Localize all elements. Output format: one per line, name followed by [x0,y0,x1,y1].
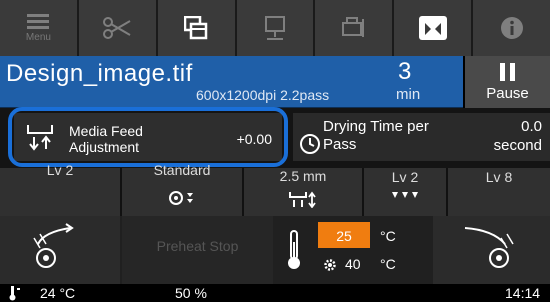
setting-cell-1[interactable]: Lv 2 [0,162,122,216]
current-temperature-unit: °C [380,228,396,244]
target-temperature-unit: °C [380,256,396,272]
setting-value-2: Standard [153,162,211,178]
preheat-stop-button[interactable]: Preheat Stop [122,216,273,284]
ambient-temperature: 24 °C [40,285,76,301]
top-toolbar: Menu [0,0,550,56]
current-temperature: 25 [336,228,352,244]
setting-cell-4[interactable]: Lv 2 [364,168,448,216]
menu-label: Menu [25,31,51,43]
pause-label: Pause [486,84,529,102]
gear-icon [324,259,336,271]
drying-time-button[interactable]: Drying Time per Pass 0.0 second [293,113,550,161]
media-feed-right-button[interactable] [433,216,550,284]
setting-cell-2[interactable]: Standard [122,162,244,216]
copy-icon [184,16,208,40]
info-icon [500,17,523,39]
status-bar: 24 °C 50 % 14:14 [0,284,550,302]
pause-icon [500,62,515,81]
pause-button[interactable]: Pause [465,56,550,108]
remaining-time-value: 3 [398,58,412,85]
menu-icon [27,13,50,29]
platen-gap-icon [289,191,316,208]
highlight-frame [8,107,288,167]
drying-label-line1: Drying Time per [323,118,429,135]
media-roll-takeup-icon [464,227,514,268]
setting-value-3: 2.5 mm [279,168,327,184]
printhead-icon [265,16,285,40]
target-temperature: 40 [345,256,361,272]
setting-value-4: Lv 2 [391,169,419,185]
info-button[interactable] [473,0,550,56]
manual-button[interactable] [394,0,474,56]
settings-row: Lv 2 Standard 2.5 mm Lv 2 Lv 8 [0,162,550,216]
drying-unit: second [493,137,542,154]
ambient-temperature-icon [9,286,20,301]
setting-cell-3[interactable]: 2.5 mm [244,168,364,216]
job-resolution: 600x1200dpi 2.2pass [196,87,330,103]
preheat-stop-label: Preheat Stop [156,238,239,254]
cut-button[interactable] [78,0,158,56]
media-roll-feed-icon [33,223,74,268]
book-icon [418,16,447,40]
scissors-icon [103,17,131,39]
mode-dial-icon [169,191,193,205]
ink-level: 50 % [175,285,207,301]
job-status-banner: Design_image.tif 600x1200dpi 2.2pass 3 m… [0,56,463,108]
setting-value-5: Lv 8 [485,169,513,185]
drying-value: 0.0 [521,118,542,135]
printhead-button[interactable] [236,0,316,56]
thermometer-icon [288,230,300,269]
setting-cell-5[interactable]: Lv 8 [448,168,550,216]
media-feed-left-button[interactable] [0,216,120,284]
menu-button[interactable]: Menu [0,0,79,56]
job-filename: Design_image.tif [6,60,193,87]
maintenance-button[interactable] [315,0,395,56]
clock-icon [300,134,320,154]
setting-value-1: Lv 2 [46,162,74,178]
clock-time: 14:14 [505,285,541,301]
level-arrows-icon [392,192,418,198]
printer-maintenance-icon [341,17,364,37]
drying-label-line2: Pass [323,136,357,153]
remaining-time-unit: min [396,86,421,103]
job-list-button[interactable] [157,0,237,56]
temperature-panel[interactable]: 25 °C 40 °C [275,216,431,284]
